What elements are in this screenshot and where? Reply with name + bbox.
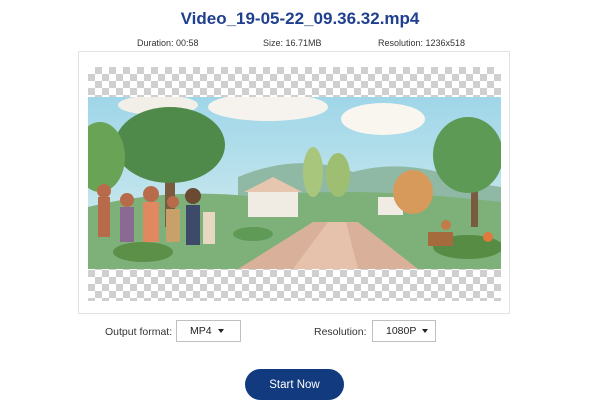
chevron-down-icon: [217, 329, 224, 333]
resolution-dropdown[interactable]: 1080P: [372, 320, 436, 342]
resolution-info: Resolution: 1236x518: [378, 38, 466, 48]
output-format-value: MP4: [190, 325, 212, 337]
file-title: Video_19-05-22_09.36.32.mp4: [180, 9, 420, 28]
output-format-label: Output format:: [105, 326, 173, 338]
video-converter-panel: Video_19-05-22_09.36.32.mp4 Duration: 00…: [0, 0, 600, 411]
output-format-dropdown[interactable]: MP4: [176, 320, 241, 342]
resolution-label: Resolution:: [314, 326, 367, 338]
chevron-down-icon: [422, 329, 429, 333]
resolution-value: 1080P: [386, 325, 417, 337]
size-info: Size: 16.71MB: [263, 38, 322, 48]
start-now-button[interactable]: Start Now: [245, 369, 344, 400]
duration-info: Duration: 00:58: [137, 38, 199, 48]
video-preview: [88, 97, 501, 269]
